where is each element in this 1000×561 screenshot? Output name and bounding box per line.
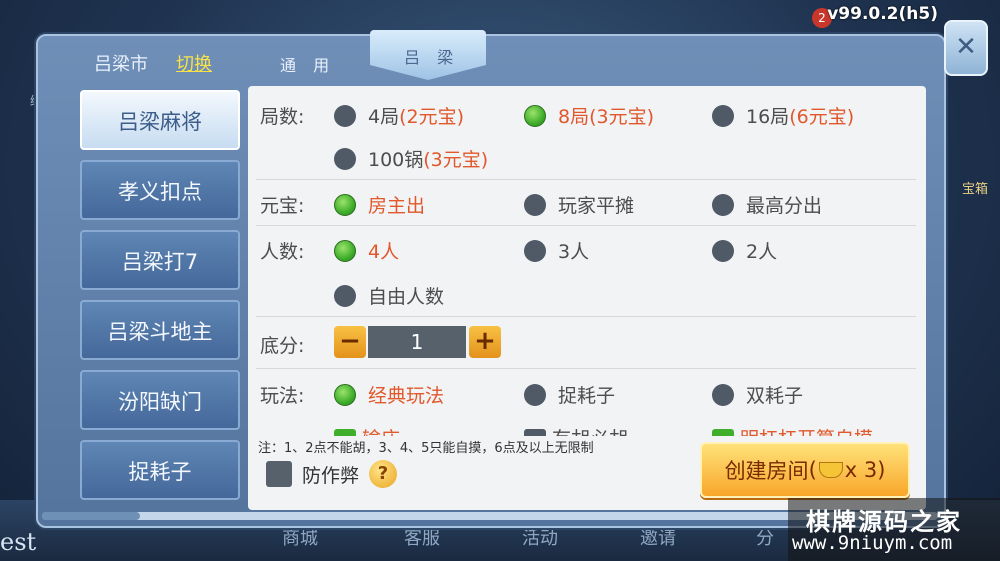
- sidebar-item-zhuo-haozi[interactable]: 捉耗子: [80, 440, 240, 500]
- help-icon[interactable]: ?: [369, 460, 398, 488]
- paren: (: [808, 458, 817, 482]
- option-name: 2人: [746, 241, 778, 263]
- option-name: 最高分出: [746, 195, 823, 217]
- radio-icon: [524, 193, 546, 216]
- radio-icon: [334, 284, 356, 307]
- sidebar-item-lvliang-da7[interactable]: 吕梁打7: [80, 230, 240, 290]
- checkbox-checked-icon: [334, 428, 356, 436]
- checkbox-option-partial[interactable]: 有胡必胡: [524, 424, 628, 436]
- radio-icon: [712, 383, 734, 406]
- players-option-free[interactable]: 自由人数: [334, 282, 444, 309]
- payment-label: 元宝:: [260, 195, 305, 217]
- base-score-value: 1: [368, 326, 466, 358]
- city-label: 吕梁市: [94, 54, 148, 75]
- options-panel: 局数: 4局 (2元宝) 8局(3元宝) 16局 (6元宝) 100锅 (3元宝) 元…: [248, 86, 926, 510]
- radio-icon: [712, 104, 734, 127]
- tab-lvliang-label: 吕 梁: [404, 48, 460, 67]
- option-name: 捉耗子: [558, 385, 616, 407]
- players-option-2[interactable]: 2人: [712, 237, 777, 264]
- decrement-button[interactable]: −: [334, 326, 366, 358]
- ingot-icon: [818, 462, 843, 478]
- radio-selected-icon: [524, 104, 546, 127]
- radio-icon: [712, 193, 734, 216]
- paren: ): [877, 458, 886, 482]
- watermark-url: www.9niuym.com: [792, 532, 953, 554]
- divider: [256, 368, 916, 369]
- checkbox-checked-icon: [712, 428, 734, 436]
- radio-icon: [334, 104, 356, 127]
- option-name: 4人: [368, 241, 400, 263]
- radio-icon: [334, 147, 356, 170]
- option-name: 16局: [746, 106, 790, 128]
- gameplay-option-zhuohaozi[interactable]: 捉耗子: [524, 381, 615, 408]
- option-name: 双耗子: [746, 385, 804, 407]
- sidebar-item-xiaoyi-koudian[interactable]: 孝义扣点: [80, 160, 240, 220]
- option-name: 100锅: [368, 149, 424, 171]
- switch-city-link[interactable]: 切换: [176, 50, 212, 76]
- option-name: 4局: [368, 106, 400, 128]
- checkbox-option-partial[interactable]: 输庄: [334, 424, 400, 436]
- create-room-cost: x 3: [844, 458, 878, 482]
- rules-note: 注：1、2点不能胡，3、4、5只能自摸，6点及以上无限制: [258, 441, 594, 456]
- tab-general[interactable]: 通 用: [280, 52, 335, 76]
- payment-option-split[interactable]: 玩家平摊: [524, 191, 634, 218]
- increment-button[interactable]: +: [469, 326, 501, 358]
- option-name: 3人: [558, 241, 590, 263]
- sidebar-item-lvliang-doudizhu[interactable]: 吕梁斗地主: [80, 300, 240, 360]
- sidebar-item-lvliang-mahjong[interactable]: 吕梁麻将: [80, 90, 240, 150]
- rounds-option-100[interactable]: 100锅 (3元宝): [334, 145, 488, 172]
- option-name: 明杠杠开算自摸: [740, 428, 873, 436]
- rounds-option-16[interactable]: 16局 (6元宝): [712, 102, 854, 129]
- close-button[interactable]: ✕: [944, 20, 988, 76]
- radio-icon: [524, 383, 546, 406]
- divider: [256, 316, 916, 317]
- option-name: 有胡必胡: [552, 428, 628, 436]
- checkbox-icon: [524, 428, 546, 436]
- checkbox-option-partial[interactable]: 明杠杠开算自摸: [712, 424, 873, 436]
- divider: [256, 225, 916, 226]
- option-name: 玩家平摊: [558, 195, 635, 217]
- scrollbar-thumb[interactable]: [42, 512, 140, 520]
- option-name: 8局(3元宝): [558, 106, 655, 128]
- checkbox-icon: [266, 461, 292, 487]
- option-name: 自由人数: [368, 286, 445, 308]
- sidebar-item-fenyang-quemen[interactable]: 汾阳缺门: [80, 370, 240, 430]
- create-room-button[interactable]: 创建房间( x 3): [700, 442, 910, 498]
- divider: [256, 179, 916, 180]
- rounds-option-8[interactable]: 8局(3元宝): [524, 102, 654, 129]
- radio-selected-icon: [334, 193, 356, 216]
- game-sidebar: 吕梁麻将 孝义扣点 吕梁打7 吕梁斗地主 汾阳缺门 捉耗子: [74, 86, 246, 506]
- background-right-label: 宝箱: [962, 182, 989, 197]
- gameplay-label: 玩法:: [260, 385, 305, 407]
- version-label: v99.0.2(h5): [827, 4, 938, 24]
- rounds-label: 局数:: [260, 106, 305, 128]
- gameplay-option-shuanghaozi[interactable]: 双耗子: [712, 381, 803, 408]
- option-name: 经典玩法: [368, 385, 445, 407]
- payment-option-winner[interactable]: 最高分出: [712, 191, 822, 218]
- user-name-fragment: est: [0, 528, 37, 556]
- anti-cheat-label: 防作弊: [302, 464, 360, 487]
- option-price: (3元宝): [423, 149, 489, 171]
- players-option-3[interactable]: 3人: [524, 237, 589, 264]
- radio-selected-icon: [334, 383, 356, 406]
- option-name: 输庄: [362, 428, 400, 436]
- players-label: 人数:: [260, 241, 305, 263]
- base-score-label: 底分:: [260, 335, 305, 357]
- payment-option-host[interactable]: 房主出: [334, 191, 425, 218]
- gameplay-option-classic[interactable]: 经典玩法: [334, 381, 444, 408]
- players-option-4[interactable]: 4人: [334, 237, 399, 264]
- anti-cheat-toggle[interactable]: 防作弊 ?: [266, 460, 398, 488]
- option-name: 房主出: [368, 195, 426, 217]
- option-price: (6元宝): [789, 106, 855, 128]
- rounds-option-4[interactable]: 4局 (2元宝): [334, 102, 464, 129]
- radio-selected-icon: [334, 239, 356, 262]
- create-room-label: 创建房间: [724, 459, 809, 483]
- radio-icon: [524, 239, 546, 262]
- radio-icon: [712, 239, 734, 262]
- option-price: (2元宝): [399, 106, 465, 128]
